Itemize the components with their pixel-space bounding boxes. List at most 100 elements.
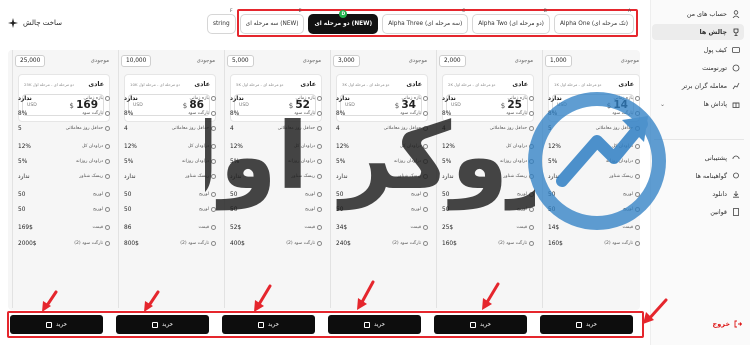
tab-letter: C bbox=[462, 9, 466, 14]
feature-row: تارگت سود (2) 160$ bbox=[548, 241, 640, 249]
tab-alpha-three[interactable]: C Alpha Three (سه مرحله ای) bbox=[382, 9, 469, 34]
check-circle-icon bbox=[105, 144, 110, 149]
logout-button[interactable]: خروج bbox=[713, 320, 742, 328]
check-circle-icon bbox=[211, 241, 216, 246]
sidebar-item-label: حساب های من bbox=[686, 10, 727, 18]
tab-two-step-new[interactable]: D دو مرحله ای (NEW) bbox=[308, 10, 379, 34]
user-icon bbox=[732, 10, 740, 18]
sidebar-item-wallet[interactable]: کیف پول bbox=[652, 42, 744, 58]
sidebar-item-label: پاداش ها bbox=[703, 100, 728, 108]
feature-label: تارگت سود bbox=[82, 111, 110, 116]
tab-string[interactable]: Fstring bbox=[207, 9, 236, 34]
buy-button[interactable]: خرید bbox=[116, 315, 209, 334]
feature-label: تارگت سود (2) bbox=[74, 241, 110, 246]
create-challenge-button[interactable]: ساخت چالش bbox=[8, 14, 72, 32]
tab-label: Alpha Three (سه مرحله ای) bbox=[388, 21, 463, 27]
tab-label: سه مرحله ای (NEW) bbox=[245, 21, 299, 27]
feature-label: حداقل روز معاملاتی bbox=[66, 126, 110, 131]
plan-subtitle: 5K دو مرحله ای - مرحله اول bbox=[236, 82, 284, 87]
plan-tabs-highlight: A Alpha One (تک مرحله ای) B Alpha Two (دو … bbox=[207, 9, 638, 37]
plan-column: 25,000 موجودی عادی 25K دو مرحله ای - مرحله … bbox=[12, 50, 117, 308]
funding-label: موجودی bbox=[620, 58, 639, 64]
feature-value: 240$ bbox=[336, 241, 351, 247]
gift-icon bbox=[732, 102, 740, 108]
cart-icon bbox=[469, 321, 476, 328]
tab-label: Alpha Two (دو مرحله ای) bbox=[478, 21, 544, 27]
feature-row: ریسک شناور ندارد bbox=[124, 174, 216, 182]
sidebar-item-tournament[interactable]: تورنومنت bbox=[652, 60, 744, 76]
watermark-text: بروکر اول bbox=[205, 103, 535, 211]
tab-alpha-one[interactable]: A Alpha One (تک مرحله ای) bbox=[553, 9, 634, 34]
feature-label-text: دراودان روزانه bbox=[75, 159, 103, 164]
annotation-arrow bbox=[482, 282, 500, 310]
check-circle-icon bbox=[105, 126, 110, 131]
funding-row: 1,000 موجودی bbox=[545, 55, 645, 67]
sidebar-item-challenges[interactable]: چالش ها bbox=[652, 24, 744, 40]
feature-value: 12% bbox=[18, 144, 31, 150]
feature-label-text: حداقل روز معاملاتی bbox=[65, 126, 103, 131]
feature-row: حداقل روز معاملاتی 4 bbox=[124, 126, 216, 134]
feature-value: ندارد bbox=[18, 96, 32, 102]
plan-subtitle: 10K دو مرحله ای - مرحله اول bbox=[130, 82, 180, 87]
feature-label-text: تارگت سود (2) bbox=[392, 241, 421, 246]
feature-value: 160$ bbox=[442, 241, 457, 247]
buy-button[interactable]: خرید bbox=[222, 315, 315, 334]
feature-value: 50 bbox=[124, 192, 132, 198]
feature-value: 5% bbox=[18, 159, 28, 165]
feature-row: لوریج 50 bbox=[124, 207, 216, 215]
check-circle-icon bbox=[635, 241, 640, 246]
plan-title: عادی bbox=[88, 81, 104, 88]
trophy-icon bbox=[733, 28, 739, 36]
tournament-icon bbox=[732, 64, 740, 72]
tab-alpha-two[interactable]: B Alpha Two (دو مرحله ای) bbox=[472, 9, 550, 34]
funding-row: 25,000 موجودی bbox=[15, 55, 115, 67]
funding-amount-badge: 1,000 bbox=[545, 55, 572, 67]
cart-icon bbox=[575, 321, 582, 328]
check-circle-icon bbox=[105, 207, 110, 212]
download-icon bbox=[733, 191, 739, 198]
feature-value: 50 bbox=[18, 207, 26, 213]
sidebar-item-my-accounts[interactable]: حساب های من bbox=[652, 6, 744, 22]
funding-amount-badge: 5,000 bbox=[227, 55, 254, 67]
feature-label-text: تارگت سود (2) bbox=[180, 241, 209, 246]
tab-three-step-new[interactable]: E سه مرحله ای (NEW) bbox=[239, 9, 305, 34]
feature-row: ریسک شناور ندارد bbox=[18, 174, 110, 182]
feature-label-text: دراودان کل bbox=[81, 144, 103, 149]
feature-label: تارگت سود (2) bbox=[498, 241, 534, 246]
feature-value: 5 bbox=[18, 126, 22, 132]
feature-label-text: لوریج bbox=[92, 192, 103, 197]
check-circle-icon bbox=[105, 111, 110, 116]
feature-label-text: بازه زمانی bbox=[83, 96, 103, 101]
check-circle-icon bbox=[105, 192, 110, 197]
cart-icon bbox=[363, 321, 370, 328]
feature-row: دراودان روزانه 5% bbox=[124, 159, 216, 167]
plan-title: عادی bbox=[194, 81, 210, 88]
sidebar-item-label: دانلود bbox=[712, 190, 727, 198]
plan-subtitle: 2K دو مرحله ای - مرحله اول bbox=[448, 82, 496, 87]
feature-value: 50 bbox=[124, 207, 132, 213]
funding-row: 3,000 موجودی bbox=[333, 55, 433, 67]
annotation-arrow bbox=[254, 284, 272, 312]
buy-button[interactable]: خرید bbox=[328, 315, 421, 334]
feature-label-text: تارگت سود bbox=[82, 111, 103, 116]
feature-label-text: تارگت سود (2) bbox=[604, 241, 633, 246]
logout-label: خروج bbox=[712, 320, 730, 328]
sidebar-item-label: معامله گران برتر bbox=[681, 82, 727, 90]
sidebar-item-label: گواهینامه ها bbox=[695, 172, 728, 180]
check-circle-icon bbox=[317, 241, 322, 246]
feature-value: 800$ bbox=[124, 241, 139, 247]
feature-row: تارگت سود 8% bbox=[124, 111, 216, 119]
buy-button[interactable]: خرید bbox=[10, 315, 103, 334]
feature-label: تارگت سود (2) bbox=[180, 241, 216, 246]
plan-title: عادی bbox=[406, 81, 422, 88]
sidebar-item-label: تورنومنت bbox=[702, 64, 727, 72]
feature-label: تارگت سود (2) bbox=[604, 241, 640, 246]
broker-logo-watermark bbox=[528, 92, 666, 230]
buy-button[interactable]: خرید bbox=[540, 315, 633, 334]
funding-amount-badge: 3,000 bbox=[333, 55, 360, 67]
check-circle-icon bbox=[423, 241, 428, 246]
annotation-arrow bbox=[357, 280, 375, 310]
buy-button[interactable]: خرید bbox=[434, 315, 527, 334]
funding-amount-badge: 2,000 bbox=[439, 55, 466, 67]
buy-label: خرید bbox=[585, 321, 598, 328]
